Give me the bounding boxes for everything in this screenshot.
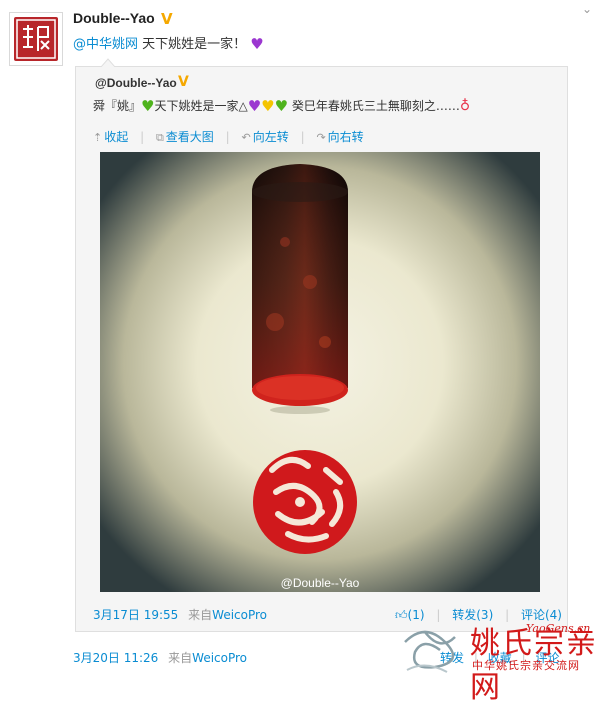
source-prefix: 来自 [168, 651, 193, 665]
site-logo-url: YaoGens.cn [526, 622, 591, 635]
post-photo[interactable]: @Double--Yao [100, 152, 540, 592]
verified-icon: V [178, 74, 189, 90]
original-text-part3: 癸巳年春姚氏三土無聊刻之…… [288, 99, 460, 113]
post-text: @中华姚网 天下姚姓是一家！ ♥ [73, 33, 264, 53]
original-time-link[interactable]: 3月17日 19:55 [93, 608, 178, 622]
seal-stone-illustration [100, 152, 540, 592]
chevron-down-icon[interactable]: ⌄ [582, 2, 592, 16]
purple-heart-icon: ♥ [247, 97, 262, 115]
avatar[interactable] [9, 12, 63, 66]
rotate-left-link[interactable]: 向左转 [253, 130, 289, 144]
rotate-right-icon: ↷ [316, 131, 326, 144]
collapse-link[interactable]: 收起 [104, 130, 128, 144]
rotate-right-link[interactable]: 向右转 [328, 130, 364, 144]
yellow-heart-icon: ♥ [261, 97, 275, 115]
magnify-icon: ⧉ [155, 131, 164, 144]
image-toolbar: ⇡ 收起 | ⧉ 查看大图 | ↶ 向左转 | ↷ 向右转 [93, 130, 364, 144]
balloon-icon: ♁ [459, 98, 471, 114]
rotate-left-icon: ↶ [241, 131, 251, 144]
view-large-link[interactable]: 查看大图 [166, 130, 214, 144]
site-logo-subtitle: 中华姚氏宗亲交流网 [472, 659, 580, 672]
original-text-part1: 舜『姚』 [93, 99, 142, 113]
original-author-link[interactable]: @Double--Yao [95, 76, 177, 90]
original-post-text: 舜『姚』♥天下姚姓是一家△♥♥♥ 癸巳年春姚氏三土無聊刻之……♁ [93, 97, 470, 114]
seal-avatar-image [14, 17, 58, 61]
author-name[interactable]: Double--Yao [73, 10, 155, 26]
source-prefix: 来自 [188, 608, 213, 622]
original-meta: 3月17日 19:55 来自WeicoPro [93, 606, 267, 623]
green-heart-icon: ♥ [141, 97, 155, 115]
post-time-link[interactable]: 3月20日 11:26 [73, 651, 158, 665]
mention-link[interactable]: @中华姚网 [73, 37, 138, 52]
verified-icon: V [161, 10, 173, 28]
source-link[interactable]: WeicoPro [212, 608, 267, 622]
purple-heart-icon: ♥ [250, 35, 264, 53]
post-body: 天下姚姓是一家！ [138, 37, 247, 52]
source-link[interactable]: WeicoPro [192, 651, 247, 665]
original-text-part2: 天下姚姓是一家△ [154, 99, 248, 113]
caret-icon [101, 58, 115, 67]
collapse-icon: ⇡ [93, 131, 103, 144]
image-watermark: @Double--Yao [280, 576, 360, 590]
post-meta: 3月20日 11:26 来自WeicoPro [73, 649, 247, 666]
green-heart-icon: ♥ [274, 97, 289, 115]
